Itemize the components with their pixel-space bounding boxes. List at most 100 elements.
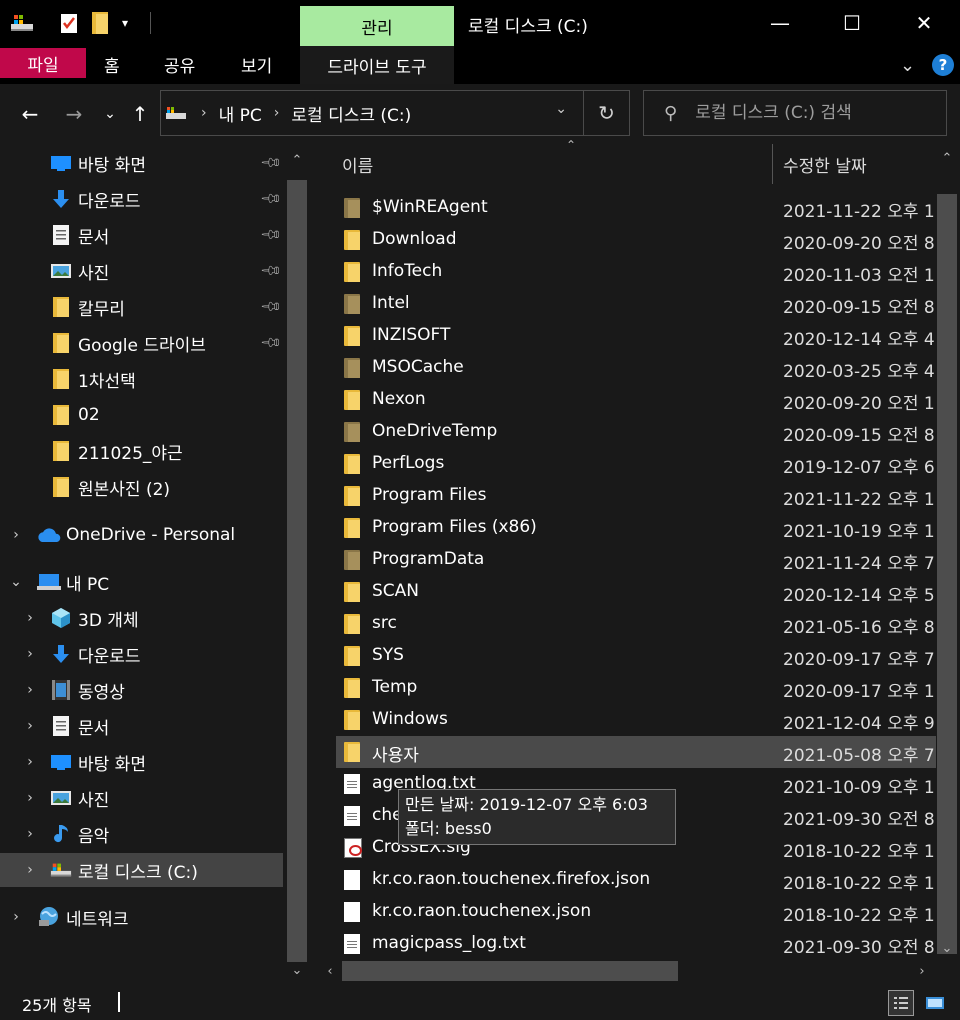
nav-this-pc[interactable]: ⌄ 내 PC bbox=[0, 565, 283, 599]
file-row[interactable]: ProgramData 2021-11-24 오후 7 bbox=[336, 544, 936, 576]
scrollbar-thumb[interactable] bbox=[287, 180, 307, 962]
file-row[interactable]: MSOCache 2020-03-25 오후 4 bbox=[336, 352, 936, 384]
scroll-right-icon[interactable]: › bbox=[912, 961, 932, 981]
pin-icon[interactable]: 📌︎ bbox=[259, 151, 283, 175]
nav-quick-item[interactable]: 사진 📌︎ bbox=[0, 254, 283, 288]
expand-chevron-icon[interactable]: › bbox=[22, 646, 38, 662]
search-box[interactable]: ⚲ bbox=[643, 90, 947, 136]
nav-pc-item[interactable]: › 동영상 bbox=[0, 673, 283, 707]
list-vertical-scrollbar[interactable]: ⌃ ⌄ bbox=[934, 144, 960, 984]
large-icons-view-button[interactable] bbox=[922, 990, 948, 1016]
nav-quick-item[interactable]: 211025_야근 bbox=[0, 434, 283, 468]
file-row[interactable]: Program Files 2021-11-22 오후 1 bbox=[336, 480, 936, 512]
expand-chevron-icon[interactable]: › bbox=[8, 527, 24, 543]
expand-chevron-icon[interactable]: › bbox=[22, 718, 38, 734]
nav-quick-item[interactable]: Google 드라이브 📌︎ bbox=[0, 326, 283, 360]
pin-icon[interactable]: 📌︎ bbox=[259, 331, 283, 355]
address-bar[interactable]: › 내 PC › 로컬 디스크 (C:) ⌄ ↻ bbox=[160, 90, 630, 136]
file-row[interactable]: INZISOFT 2020-12-14 오후 4 bbox=[336, 320, 936, 352]
file-row[interactable]: kr.co.raon.touchenex.json 2018-10-22 오후 … bbox=[336, 896, 936, 928]
expand-chevron-icon[interactable]: › bbox=[8, 909, 24, 925]
file-row[interactable]: $WinREAgent 2021-11-22 오후 1 bbox=[336, 192, 936, 224]
address-history-chevron-icon[interactable]: ⌄ bbox=[555, 101, 567, 117]
tab-share[interactable]: 공유 bbox=[164, 46, 195, 82]
expand-ribbon-chevron-icon[interactable]: ⌄ bbox=[900, 52, 915, 78]
file-row[interactable]: Download 2020-09-20 오전 8 bbox=[336, 224, 936, 256]
forward-arrow-icon[interactable]: → bbox=[60, 100, 88, 128]
nav-pc-item[interactable]: › 3D 개체 bbox=[0, 601, 283, 635]
nav-quick-item[interactable]: 문서 📌︎ bbox=[0, 218, 283, 252]
scroll-left-icon[interactable]: ‹ bbox=[320, 961, 340, 981]
customize-toolbar-dropdown-icon[interactable]: ▾ bbox=[122, 10, 128, 36]
file-row[interactable]: Intel 2020-09-15 오전 8 bbox=[336, 288, 936, 320]
help-icon[interactable]: ? bbox=[932, 52, 954, 78]
breadcrumb-this-pc[interactable]: 내 PC bbox=[219, 101, 262, 126]
expand-chevron-icon[interactable]: › bbox=[22, 754, 38, 770]
details-view-button[interactable] bbox=[888, 990, 914, 1016]
expand-chevron-icon[interactable]: › bbox=[22, 790, 38, 806]
nav-quick-item[interactable]: 원본사진 (2) bbox=[0, 470, 283, 504]
nav-pc-item[interactable]: › 음악 bbox=[0, 817, 283, 851]
list-horizontal-scrollbar[interactable]: ‹ › bbox=[318, 958, 934, 984]
pin-icon[interactable]: 📌︎ bbox=[259, 295, 283, 319]
tab-drive-tools[interactable]: 드라이브 도구 bbox=[300, 46, 454, 84]
nav-onedrive[interactable]: › OneDrive - Personal bbox=[0, 518, 283, 552]
nav-quick-item[interactable]: 02 bbox=[0, 398, 283, 432]
tab-manage[interactable]: 관리 bbox=[300, 6, 454, 46]
file-row[interactable]: 사용자 2021-05-08 오후 7 bbox=[336, 736, 936, 768]
refresh-icon[interactable]: ↻ bbox=[583, 91, 629, 135]
file-row[interactable]: InfoTech 2020-11-03 오전 1 bbox=[336, 256, 936, 288]
new-folder-icon[interactable] bbox=[92, 10, 108, 36]
nav-pc-item[interactable]: › 문서 bbox=[0, 709, 283, 743]
expand-chevron-icon[interactable]: › bbox=[22, 862, 38, 878]
expand-chevron-icon[interactable]: › bbox=[22, 826, 38, 842]
file-row[interactable]: src 2021-05-16 오후 8 bbox=[336, 608, 936, 640]
file-row[interactable]: Program Files (x86) 2021-10-19 오후 1 bbox=[336, 512, 936, 544]
drive-icon[interactable] bbox=[10, 11, 36, 35]
pin-icon[interactable]: 📌︎ bbox=[259, 259, 283, 283]
file-row[interactable]: Windows 2021-12-04 오후 9 bbox=[336, 704, 936, 736]
file-row[interactable]: Nexon 2020-09-20 오전 1 bbox=[336, 384, 936, 416]
close-button[interactable]: ✕ bbox=[888, 0, 960, 46]
file-row[interactable]: Temp 2020-09-17 오후 1 bbox=[336, 672, 936, 704]
scroll-up-icon[interactable]: ⌃ bbox=[287, 150, 307, 170]
nav-quick-item[interactable]: 다운로드 📌︎ bbox=[0, 182, 283, 216]
tab-file[interactable]: 파일 bbox=[0, 48, 86, 78]
nav-quick-item[interactable]: 바탕 화면 📌︎ bbox=[0, 146, 283, 180]
file-row[interactable]: PerfLogs 2019-12-07 오후 6 bbox=[336, 448, 936, 480]
nav-quick-item[interactable]: 1차선택 bbox=[0, 362, 283, 396]
search-input[interactable] bbox=[695, 103, 926, 123]
tab-view[interactable]: 보기 bbox=[241, 46, 272, 82]
expand-chevron-icon[interactable]: › bbox=[22, 610, 38, 626]
nav-pc-item[interactable]: › 로컬 디스크 (C:) bbox=[0, 853, 283, 887]
tab-home[interactable]: 홈 bbox=[104, 46, 120, 82]
back-arrow-icon[interactable]: ← bbox=[16, 100, 44, 128]
nav-network[interactable]: › 네트워크 bbox=[0, 900, 283, 934]
nav-vertical-scrollbar[interactable]: ⌃ ⌄ bbox=[285, 144, 309, 984]
nav-pc-item[interactable]: › 바탕 화면 bbox=[0, 745, 283, 779]
scroll-down-icon[interactable]: ⌄ bbox=[937, 938, 957, 958]
column-header-name[interactable]: 이름 bbox=[342, 152, 373, 177]
collapse-chevron-icon[interactable]: ⌄ bbox=[8, 574, 24, 590]
expand-chevron-icon[interactable]: › bbox=[22, 682, 38, 698]
recent-locations-chevron-icon[interactable]: ⌄ bbox=[96, 100, 124, 128]
nav-quick-item[interactable]: 칼무리 📌︎ bbox=[0, 290, 283, 324]
nav-pc-item[interactable]: › 다운로드 bbox=[0, 637, 283, 671]
scrollbar-thumb[interactable] bbox=[937, 194, 957, 954]
scrollbar-thumb[interactable] bbox=[342, 961, 678, 981]
nav-pc-item[interactable]: › 사진 bbox=[0, 781, 283, 815]
scroll-down-icon[interactable]: ⌄ bbox=[287, 960, 307, 980]
breadcrumb-local-disk[interactable]: 로컬 디스크 (C:) bbox=[291, 101, 411, 126]
minimize-button[interactable]: — bbox=[744, 0, 816, 46]
file-row[interactable]: OneDriveTemp 2020-09-15 오전 8 bbox=[336, 416, 936, 448]
up-arrow-icon[interactable]: ↑ bbox=[126, 100, 154, 128]
file-row[interactable]: magicpass_log.txt 2021-09-30 오전 8 bbox=[336, 928, 936, 960]
column-header-date[interactable]: 수정한 날짜 bbox=[783, 152, 867, 177]
maximize-button[interactable]: ☐ bbox=[816, 0, 888, 46]
pin-icon[interactable]: 📌︎ bbox=[259, 187, 283, 211]
file-row[interactable]: SCAN 2020-12-14 오후 5 bbox=[336, 576, 936, 608]
pin-icon[interactable]: 📌︎ bbox=[259, 223, 283, 247]
properties-icon[interactable] bbox=[60, 10, 78, 36]
file-row[interactable]: SYS 2020-09-17 오후 7 bbox=[336, 640, 936, 672]
file-row[interactable]: kr.co.raon.touchenex.firefox.json 2018-1… bbox=[336, 864, 936, 896]
